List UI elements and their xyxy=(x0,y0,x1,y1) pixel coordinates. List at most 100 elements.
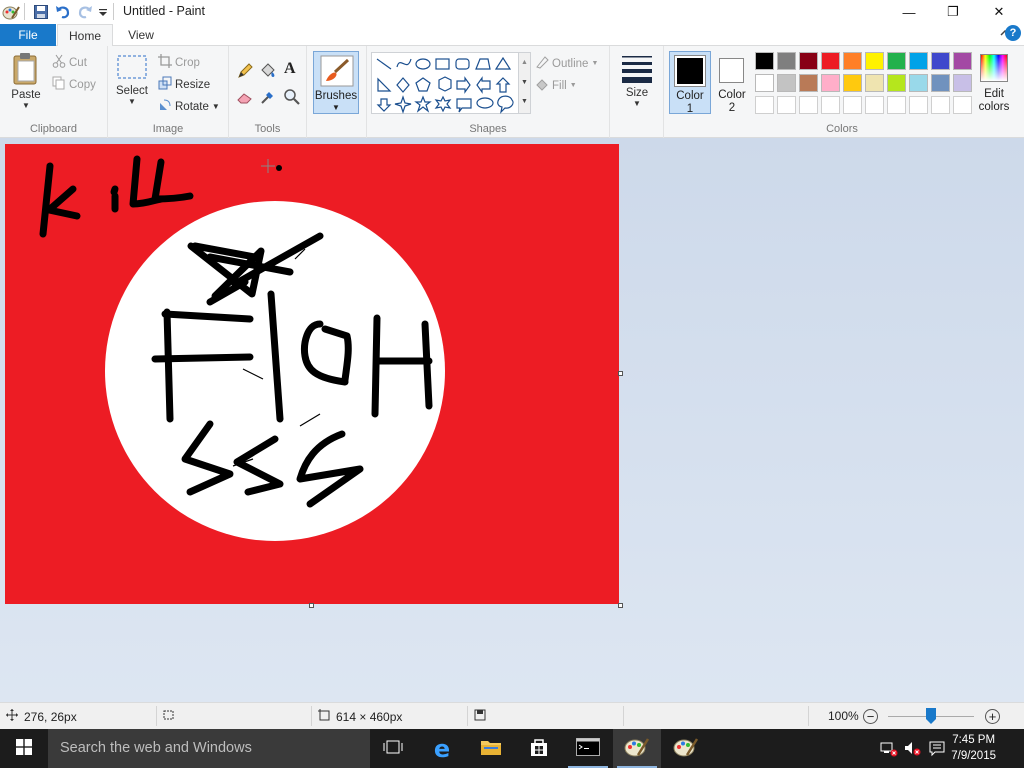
windows-logo-icon xyxy=(16,739,32,758)
paint-app-icon[interactable] xyxy=(2,3,20,21)
palette-swatch[interactable] xyxy=(755,52,774,70)
palette-swatch-empty[interactable] xyxy=(755,96,774,114)
palette-swatch[interactable] xyxy=(909,52,928,70)
select-button[interactable]: Select ▼ xyxy=(114,54,150,106)
selection-rectangle-icon xyxy=(116,54,148,85)
resize-handle-corner[interactable] xyxy=(618,603,623,608)
scroll-down-icon[interactable]: ▼ xyxy=(519,73,530,93)
palette-swatch[interactable] xyxy=(909,74,928,92)
file-explorer-button[interactable] xyxy=(467,729,515,768)
start-button[interactable] xyxy=(0,729,48,768)
tab-view[interactable]: View xyxy=(118,24,164,47)
resize-button[interactable]: Resize xyxy=(158,76,210,93)
color1-button[interactable]: Color 1 xyxy=(669,51,711,115)
color1-number: 1 xyxy=(686,103,694,115)
brushes-label: Brushes xyxy=(314,90,358,102)
palette-swatch[interactable] xyxy=(843,52,862,70)
palette-swatch-empty[interactable] xyxy=(821,96,840,114)
paste-button[interactable]: Paste ▼ xyxy=(6,52,46,110)
maximize-button[interactable]: ❐ xyxy=(930,0,976,24)
color2-button[interactable]: Color 2 xyxy=(713,51,751,114)
help-icon[interactable]: ? xyxy=(1005,25,1021,41)
scroll-up-icon[interactable]: ▲ xyxy=(519,53,530,73)
palette-swatch-empty[interactable] xyxy=(953,96,972,114)
palette-swatch-empty[interactable] xyxy=(931,96,950,114)
expand-gallery-icon[interactable]: ▼ xyxy=(519,93,530,111)
palette-swatch[interactable] xyxy=(887,74,906,92)
palette-swatch[interactable] xyxy=(953,52,972,70)
image-group-label: Image xyxy=(152,123,184,135)
palette-swatch-empty[interactable] xyxy=(799,96,818,114)
crop-button[interactable]: Crop xyxy=(158,54,200,71)
palette-swatch-empty[interactable] xyxy=(865,96,884,114)
save-icon[interactable] xyxy=(33,3,49,21)
fill-button[interactable]: Fill ▼ xyxy=(535,77,577,94)
tab-home[interactable]: Home xyxy=(57,24,113,47)
network-icon[interactable] xyxy=(880,741,898,760)
palette-swatch[interactable] xyxy=(799,52,818,70)
copy-button[interactable]: Copy xyxy=(52,76,96,93)
shapes-gallery[interactable] xyxy=(371,52,519,114)
magnifier-icon[interactable] xyxy=(283,88,301,109)
tab-file[interactable]: File xyxy=(0,24,56,46)
ribbon-tabs: File Home View ? xyxy=(0,24,1024,47)
drawing-canvas[interactable] xyxy=(5,144,619,604)
palette-swatch[interactable] xyxy=(865,74,884,92)
undo-icon[interactable] xyxy=(55,3,71,21)
close-button[interactable]: ✕ xyxy=(976,0,1022,24)
paint-pinned-button[interactable] xyxy=(662,729,710,768)
shopping-bag-icon xyxy=(529,737,549,760)
palette-swatch[interactable] xyxy=(755,74,774,92)
palette-swatch[interactable] xyxy=(887,52,906,70)
palette-swatch[interactable] xyxy=(865,52,884,70)
minimize-button[interactable]: — xyxy=(886,0,932,24)
palette-swatch[interactable] xyxy=(931,74,950,92)
paint-taskbar-button[interactable] xyxy=(613,729,661,768)
palette-swatch[interactable] xyxy=(821,74,840,92)
outline-icon xyxy=(535,55,549,72)
task-view-button[interactable] xyxy=(369,729,417,768)
brushes-button[interactable]: Brushes ▼ xyxy=(313,51,359,114)
size-button[interactable]: Size ▼ xyxy=(618,54,656,108)
action-center-icon[interactable] xyxy=(929,741,945,760)
volume-icon[interactable] xyxy=(904,741,922,760)
zoom-slider-thumb[interactable] xyxy=(926,708,936,724)
crosshair-cursor-icon xyxy=(261,159,275,173)
palette-swatch-empty[interactable] xyxy=(887,96,906,114)
clock[interactable]: 7:45 PM 7/9/2015 xyxy=(951,732,996,764)
zoom-in-button[interactable]: + xyxy=(985,709,1000,724)
zoom-out-button[interactable]: − xyxy=(863,709,878,724)
edge-browser-button[interactable]: e xyxy=(418,729,466,768)
resize-handle-right[interactable] xyxy=(618,371,623,376)
palette-swatch[interactable] xyxy=(931,52,950,70)
shapes-scrollbar[interactable]: ▲ ▼ ▼ xyxy=(519,52,531,114)
command-prompt-button[interactable] xyxy=(564,729,612,768)
line-width-icon xyxy=(620,54,654,87)
text-tool-icon[interactable]: A xyxy=(284,60,296,78)
eraser-icon[interactable] xyxy=(236,88,254,109)
palette-swatch[interactable] xyxy=(821,52,840,70)
palette-swatch[interactable] xyxy=(799,74,818,92)
crop-icon xyxy=(158,54,172,71)
resize-handle-bottom[interactable] xyxy=(309,603,314,608)
edit-colors-label-2: colors xyxy=(978,101,1010,113)
palette-swatch-empty[interactable] xyxy=(843,96,862,114)
divider xyxy=(467,706,468,726)
palette-swatch[interactable] xyxy=(953,74,972,92)
outline-button[interactable]: Outline ▼ xyxy=(535,55,598,72)
palette-swatch[interactable] xyxy=(777,52,796,70)
palette-swatch[interactable] xyxy=(777,74,796,92)
redo-icon[interactable] xyxy=(77,3,93,21)
palette-swatch-empty[interactable] xyxy=(909,96,928,114)
palette-swatch[interactable] xyxy=(843,74,862,92)
pencil-icon[interactable] xyxy=(236,62,254,83)
palette-swatch-empty[interactable] xyxy=(777,96,796,114)
cut-button[interactable]: Cut xyxy=(52,54,87,71)
color1-swatch xyxy=(677,58,703,84)
store-button[interactable] xyxy=(515,729,563,768)
fill-bucket-icon[interactable] xyxy=(259,62,277,83)
customize-toolbar-icon[interactable] xyxy=(98,3,108,21)
color-picker-icon[interactable] xyxy=(259,88,277,109)
rotate-button[interactable]: Rotate ▼ xyxy=(158,98,220,115)
search-box[interactable]: Search the web and Windows xyxy=(48,729,370,768)
